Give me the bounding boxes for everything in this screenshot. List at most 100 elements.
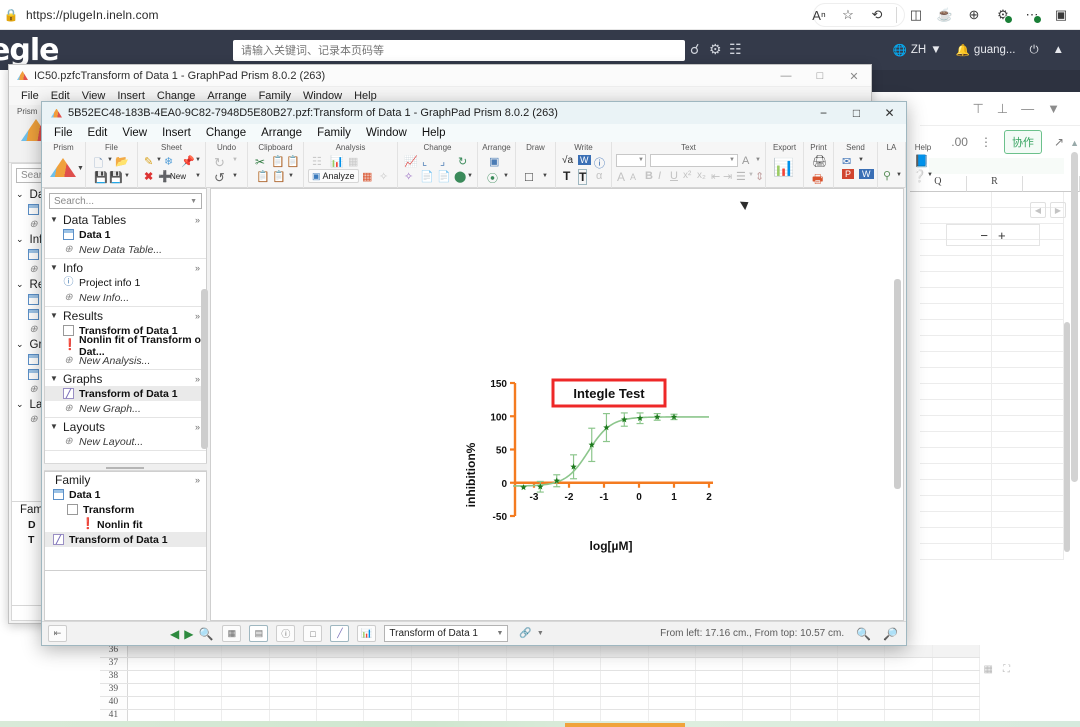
grid-cell[interactable] (364, 658, 412, 670)
grid-row[interactable] (920, 512, 1064, 528)
family-item[interactable]: ❗ Nonlin fit (45, 517, 206, 532)
collaborate-button[interactable]: 协作 (1003, 130, 1042, 154)
grid-cell[interactable] (175, 697, 223, 709)
grid-cell[interactable] (696, 697, 744, 709)
paste-icon[interactable]: 📋 (256, 170, 270, 183)
grid-row[interactable] (920, 416, 1064, 432)
grid-row[interactable] (920, 288, 1064, 304)
app-search-box[interactable] (233, 40, 685, 61)
chevron-down-icon[interactable]: ▼ (50, 215, 58, 224)
grid-row[interactable] (920, 480, 1064, 496)
chevron-down-icon[interactable]: ▼ (156, 157, 162, 163)
menu-arrange[interactable]: Arrange (261, 127, 302, 139)
font-family-select[interactable] (650, 154, 738, 167)
row-number[interactable]: 38 (100, 671, 128, 683)
navigator-item[interactable]: ⊕ New Layout... (45, 434, 206, 449)
menu-insert[interactable]: Insert (162, 127, 191, 139)
chevron-down-icon[interactable]: ⌄ (16, 279, 24, 290)
navigator-scrollbar[interactable] (201, 289, 208, 449)
more-vertical-icon[interactable]: ⋮ (980, 135, 992, 149)
navigator-item[interactable]: ▼ Graphs » (45, 371, 206, 386)
prism-logo-icon[interactable] (50, 158, 76, 177)
search-icon[interactable]: ☌ (690, 41, 699, 58)
grid-cell[interactable] (459, 645, 507, 657)
grid-cell[interactable] (601, 684, 649, 696)
chevron-down-icon[interactable]: ▼ (638, 157, 644, 163)
grid-row[interactable] (920, 256, 1064, 272)
split-screen-icon[interactable]: ◫ (903, 3, 929, 27)
navigator-search-box[interactable]: Search... ▼ (49, 193, 202, 209)
grid-cell[interactable] (885, 645, 933, 657)
scroll-up-arrow[interactable]: ▲ (1070, 138, 1079, 148)
grid-cell[interactable] (838, 671, 886, 683)
print-icon[interactable]: 🖨 (812, 154, 827, 168)
navigator-item[interactable]: ⓘ Project info 1 (45, 275, 206, 290)
prism-titlebar[interactable]: 5B52EC48-183B-4EA0-9C82-7948D5E80B27.pzf… (42, 102, 906, 124)
color-scheme-icon[interactable]: ⬤ (454, 170, 466, 183)
grid-cell[interactable] (459, 658, 507, 670)
grid-cell[interactable] (317, 658, 365, 670)
chevron-down-icon[interactable]: ▼ (124, 173, 130, 179)
grid-cell[interactable] (933, 658, 981, 670)
expand-group-icon[interactable]: » (195, 311, 200, 321)
email-icon[interactable]: ✉ (842, 155, 851, 168)
row-number[interactable]: 40 (100, 697, 128, 709)
chevron-down-icon[interactable]: ▼ (858, 157, 864, 163)
chevron-down-icon[interactable]: ▼ (927, 172, 933, 178)
text-tool-icon[interactable]: T (563, 169, 570, 183)
zoom-in-icon[interactable]: 🔎 (883, 627, 898, 641)
prism-graph-canvas[interactable]: Integle Test -50 0 50 100 150 -3 -2 -1 0 1 2 log[µ… (210, 188, 904, 621)
chevron-down-icon[interactable]: ▼ (232, 173, 238, 179)
sheet-list-button[interactable]: ▦ (222, 625, 242, 642)
add-collection-icon[interactable]: ⊕ (961, 3, 987, 27)
grid-cell[interactable] (364, 671, 412, 683)
spreadsheet-row[interactable]: 39 (100, 684, 981, 697)
user-menu[interactable]: 🔔 guang... (956, 43, 1016, 57)
grid-cell[interactable] (649, 658, 696, 670)
chevron-down-icon[interactable]: ▼ (288, 173, 294, 179)
family-list[interactable]: Data 1 Transform ❗ Nonlin fit ╱ Transform of … (45, 487, 206, 547)
grid-cell[interactable] (317, 684, 365, 696)
results-view-button[interactable]: □ (303, 625, 323, 642)
menu-help[interactable]: Help (422, 127, 446, 139)
grid-cell[interactable] (412, 645, 460, 657)
grid-cell[interactable] (412, 697, 460, 709)
prism-window-active[interactable]: 5B52EC48-183B-4EA0-9C82-7948D5E80B27.pzf… (41, 101, 933, 646)
next-sheet-button[interactable]: ▶ (184, 627, 193, 641)
expand-group-icon[interactable]: » (195, 263, 200, 273)
grid-cell[interactable] (270, 645, 318, 657)
grid-cell[interactable] (885, 684, 933, 696)
expand-group-icon[interactable]: » (195, 215, 200, 225)
chevron-down-icon[interactable]: ▼ (107, 157, 113, 163)
grid-cell[interactable] (364, 684, 412, 696)
power-icon[interactable]: ⏻ (1030, 44, 1039, 57)
arrange-front-icon[interactable]: ▣ (489, 155, 499, 168)
page-prev-button[interactable]: ◀ (1030, 202, 1046, 218)
grid-cell[interactable] (601, 697, 649, 709)
data-point[interactable] (588, 427, 596, 463)
chevron-down-icon[interactable]: ▼ (50, 263, 58, 272)
grid-row[interactable] (920, 368, 1064, 384)
minimize-button[interactable]: — (769, 65, 803, 87)
expand-icon[interactable]: ↗ (1054, 135, 1064, 149)
read-aloud-icon[interactable]: Aⁿ (806, 3, 832, 27)
grid-cell[interactable] (270, 671, 318, 683)
column-header-r[interactable]: R (966, 176, 1024, 192)
freeze-sheet-icon[interactable]: ❄ (164, 155, 173, 168)
family-item[interactable]: ╱ Transform of Data 1 (45, 532, 206, 547)
row-number[interactable]: 37 (100, 658, 128, 670)
family-item[interactable]: Data 1 (45, 487, 206, 502)
edit-data-set-icon[interactable]: 📄 (437, 170, 451, 183)
toggle-navigator-button[interactable]: ⇤ (48, 625, 67, 642)
menu-change[interactable]: Change (206, 127, 246, 139)
grid-cell[interactable] (601, 658, 649, 670)
link-icon[interactable]: 🔗 (519, 628, 531, 639)
chevron-down-icon[interactable]: ▼ (503, 173, 509, 179)
maximize-button[interactable]: □ (803, 65, 837, 87)
app-search-input[interactable] (241, 44, 677, 57)
graph-plot[interactable]: Integle Test -50 0 50 100 150 -3 -2 -1 0 1 2 log[µ… (459, 367, 729, 567)
grid-cell[interactable] (649, 645, 696, 657)
rename-sheet-icon[interactable]: ✎ (144, 155, 153, 168)
grid-cell[interactable] (554, 658, 602, 670)
grid-cell[interactable] (459, 697, 507, 709)
